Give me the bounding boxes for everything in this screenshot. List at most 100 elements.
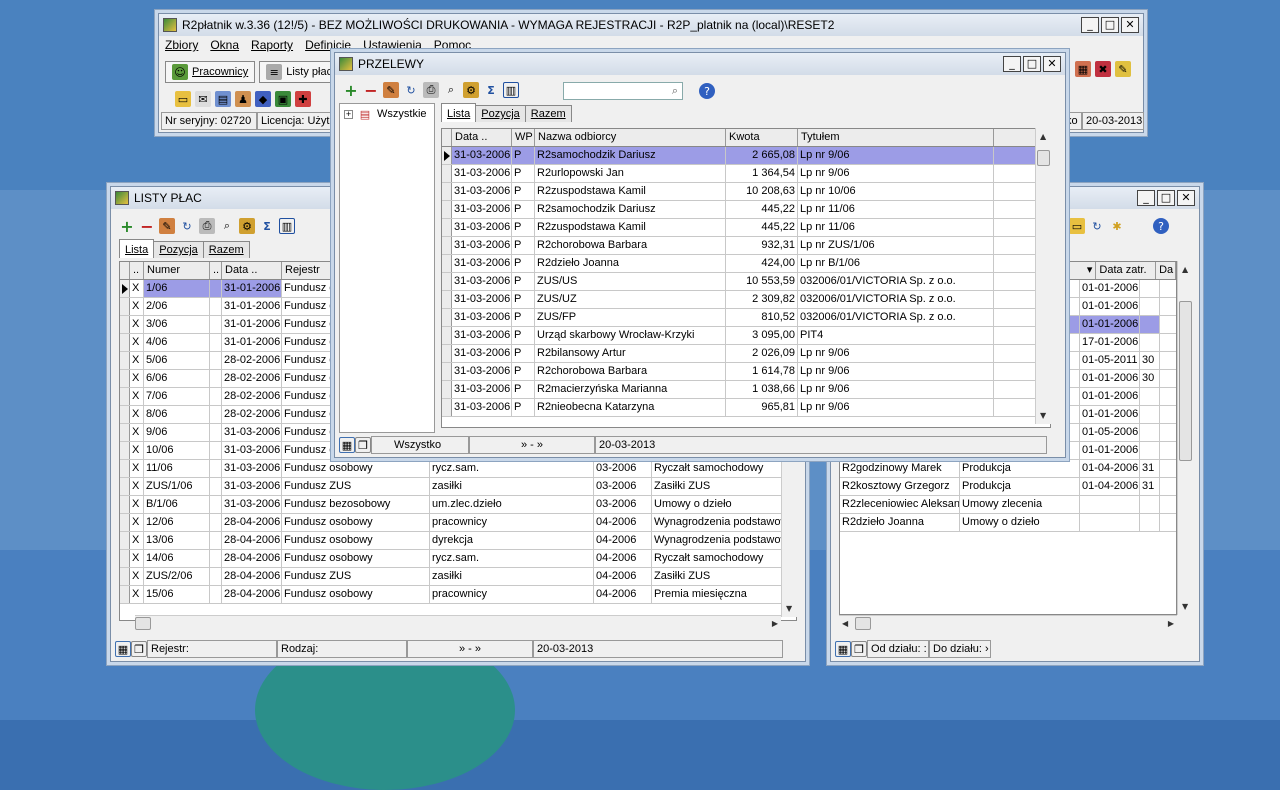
star-icon[interactable]: ✱ — [1109, 218, 1125, 234]
search-input[interactable]: ⌕ — [563, 82, 683, 100]
refresh-icon[interactable]: ↻ — [403, 82, 419, 98]
przelewy-titlebar[interactable]: PRZELEWY — [335, 53, 1065, 75]
close-button[interactable]: ✕ — [1121, 17, 1139, 33]
col-header-numer[interactable]: Numer — [144, 262, 210, 279]
col-header-tytulem[interactable]: Tytułem — [798, 129, 994, 146]
table-row[interactable]: 31-03-2006 P R2nieobecna Katarzyna 965,81 Lp… — [442, 399, 1050, 417]
help-icon[interactable]: ? — [1153, 218, 1169, 234]
menu-item[interactable]: Definicje — [305, 38, 351, 52]
print-icon[interactable]: ⎙ — [423, 82, 439, 98]
copy-icon[interactable]: ❐ — [851, 641, 867, 657]
col-header[interactable]: .. — [130, 262, 144, 279]
binoculars-icon[interactable]: ⌕ — [219, 218, 235, 234]
table-row[interactable]: 31-03-2006 P R2chorobowa Barbara 932,31 Lp n… — [442, 237, 1050, 255]
minimize-button[interactable]: _ — [1137, 190, 1155, 206]
settings-icon[interactable]: ⚙ — [239, 218, 255, 234]
menu-item[interactable]: Pomoc — [434, 38, 471, 52]
pracownicy-hscroll[interactable]: ◀ ▶ — [839, 615, 1177, 631]
aid-icon[interactable]: ✚ — [295, 91, 311, 107]
tab-razem[interactable]: Razem — [202, 241, 250, 258]
table-row[interactable]: R2godzinowy Marek Produkcja 01-04-2006 31 — [840, 460, 1176, 478]
expand-icon[interactable]: + — [344, 109, 353, 119]
view-icon[interactable]: ▥ — [279, 218, 295, 234]
date-range[interactable]: » - » — [469, 436, 595, 454]
tab-pozycja[interactable]: Pozycja — [153, 241, 204, 258]
envelope-icon[interactable]: ✉ — [195, 91, 211, 107]
table-row[interactable]: 31-03-2006 P R2samochodzik Dariusz 2 665,08… — [442, 147, 1050, 165]
maximize-button[interactable]: □ — [1023, 56, 1041, 72]
listy-plac-button[interactable]: ≡ Listy płac — [259, 61, 340, 83]
filter-do-dzialu[interactable]: Do działu: › — [929, 640, 991, 658]
delete-doc-icon[interactable]: ✖ — [1095, 61, 1111, 77]
filter-od-dzialu[interactable]: Od działu: : — [867, 640, 929, 658]
pracownicy-vscroll[interactable]: ▲ ▼ — [1177, 261, 1193, 615]
tab-lista[interactable]: Lista — [119, 239, 155, 258]
print-icon[interactable]: ⎙ — [199, 218, 215, 234]
remove-icon[interactable]: − — [139, 217, 155, 236]
grid-view-icon[interactable]: ▦ — [835, 641, 851, 657]
date-range[interactable]: » - » — [407, 640, 533, 658]
grid-view-icon[interactable]: ▦ — [115, 641, 131, 657]
view-icon[interactable]: ▥ — [503, 82, 519, 98]
settings-icon[interactable]: ⚙ — [463, 82, 479, 98]
tree-item-wszystkie[interactable]: + ▤ Wszystkie — [340, 104, 434, 124]
col-header-data-zatr[interactable]: Data zatr. — [1096, 262, 1157, 279]
col-header-data[interactable]: Data .. — [452, 129, 512, 146]
listy-hscroll[interactable]: ◀ ▶ — [135, 615, 781, 631]
sum-icon[interactable]: Σ — [483, 82, 499, 98]
search-icon[interactable]: ⌕ — [672, 84, 678, 98]
table-row[interactable]: 31-03-2006 P Urząd skarbowy Wrocław-Krzyki… — [442, 327, 1050, 345]
add-icon[interactable]: + — [343, 81, 359, 100]
table-row[interactable]: 31-03-2006 P R2samochodzik Dariusz 445,22 Lp… — [442, 201, 1050, 219]
table-row[interactable]: 31-03-2006 P R2bilansowy Artur 2 026,09 Lp n… — [442, 345, 1050, 363]
sum-icon[interactable]: Σ — [259, 218, 275, 234]
col-header-kwota[interactable]: Kwota — [726, 129, 798, 146]
table-row[interactable]: X 13/06 28-04-2006 Fundusz osobowy dyrekcja 0… — [120, 532, 796, 550]
people-icon[interactable]: ♟ — [235, 91, 251, 107]
col-header-da[interactable]: Da — [1156, 262, 1176, 279]
menu-item[interactable]: Okna — [210, 38, 239, 52]
table-row[interactable]: 31-03-2006 P ZUS/US 10 553,59 032006/01/VICT… — [442, 273, 1050, 291]
filter-rejestr[interactable]: Rejestr: — [147, 640, 277, 658]
close-button[interactable]: ✕ — [1043, 56, 1061, 72]
book-icon[interactable]: ◆ — [255, 91, 271, 107]
edit-icon[interactable]: ✎ — [159, 218, 175, 234]
grid-view-icon[interactable]: ▦ — [339, 437, 355, 453]
table-row[interactable]: 31-03-2006 P R2zuspodstawa Kamil 10 208,63 L… — [442, 183, 1050, 201]
note-icon[interactable]: ✎ — [1115, 61, 1131, 77]
table-row[interactable]: 31-03-2006 P ZUS/UZ 2 309,82 032006/01/VICTO… — [442, 291, 1050, 309]
table-row[interactable]: X ZUS/1/06 31-03-2006 Fundusz ZUS zasiłki 03-… — [120, 478, 796, 496]
table-row[interactable]: 31-03-2006 P R2zuspodstawa Kamil 445,22 Lp n… — [442, 219, 1050, 237]
refresh-icon[interactable]: ↻ — [1089, 218, 1105, 234]
menu-item[interactable]: Ustawienia — [363, 38, 422, 52]
table-row[interactable]: 31-03-2006 P R2dzieło Joanna 424,00 Lp nr B/… — [442, 255, 1050, 273]
add-icon[interactable]: + — [119, 217, 135, 236]
table-row[interactable]: X 15/06 28-04-2006 Fundusz osobowy pracownic… — [120, 586, 796, 604]
col-header-wp[interactable]: WP — [512, 129, 535, 146]
minimize-button[interactable]: _ — [1081, 17, 1099, 33]
table-row[interactable]: X B/1/06 31-03-2006 Fundusz bezosobowy um.zl… — [120, 496, 796, 514]
copy-icon[interactable]: ❐ — [355, 437, 371, 453]
table-row[interactable]: 31-03-2006 P R2urlopowski Jan 1 364,54 Lp nr… — [442, 165, 1050, 183]
table-row[interactable]: R2dzieło Joanna Umowy o dzieło — [840, 514, 1176, 532]
menu-item[interactable]: Zbiory — [165, 38, 198, 52]
col-header[interactable]: .. — [210, 262, 222, 279]
card-icon[interactable]: ▤ — [215, 91, 231, 107]
folder-icon[interactable]: ▭ — [175, 91, 191, 107]
col-header-nazwa[interactable]: Nazwa odbiorcy — [535, 129, 726, 146]
copy-icon[interactable]: ❐ — [131, 641, 147, 657]
main-window-titlebar[interactable]: R2płatnik w.3.36 (12!/5) - BEZ MOŻLIWOŚC… — [159, 14, 1143, 36]
remove-icon[interactable]: − — [363, 81, 379, 100]
clipboard-icon[interactable]: ▣ — [275, 91, 291, 107]
maximize-button[interactable]: □ — [1101, 17, 1119, 33]
folder-icon[interactable]: ▭ — [1069, 218, 1085, 234]
refresh-icon[interactable]: ↻ — [179, 218, 195, 234]
table-row[interactable]: X 11/06 31-03-2006 Fundusz osobowy rycz.sam.… — [120, 460, 796, 478]
przelewy-vscroll[interactable]: ▲ ▼ — [1035, 128, 1051, 424]
table-row[interactable]: X 12/06 28-04-2006 Fundusz osobowy pracownic… — [120, 514, 796, 532]
help-icon[interactable]: ? — [699, 83, 715, 99]
table-row[interactable]: R2zleceniowiec AleksanderUmowy zlecenia — [840, 496, 1176, 514]
tab-lista[interactable]: Lista — [441, 103, 477, 122]
table-row[interactable]: X 14/06 28-04-2006 Fundusz osobowy rycz.sam.… — [120, 550, 796, 568]
table-row[interactable]: R2kosztowy Grzegorz Produkcja 01-04-2006 31 — [840, 478, 1176, 496]
